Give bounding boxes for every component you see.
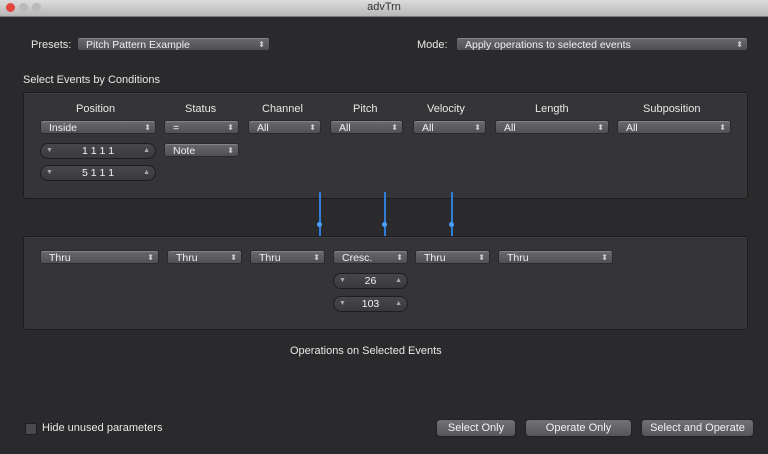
channel-condition-select[interactable]: All ⬍ [248,120,321,134]
mode-value: Apply operations to selected events [465,39,631,51]
pitch-value2-stepper[interactable]: ▼ 103 ▲ [333,296,408,312]
pitch-link-dot [382,222,387,227]
increment-icon[interactable]: ▲ [395,297,402,311]
chevron-updown-icon: ⬍ [391,123,398,132]
channel-link-dot [317,222,322,227]
mode-label: Mode: [417,39,448,51]
chevron-updown-icon: ⬍ [309,123,316,132]
velocity-operation-select[interactable]: Thru ⬍ [415,250,490,264]
pitch-condition-select[interactable]: All ⬍ [330,120,403,134]
channel-operation-select[interactable]: Thru ⬍ [250,250,325,264]
chevron-updown-icon: ⬍ [227,123,234,132]
chevron-updown-icon: ⬍ [597,123,604,132]
chevron-updown-icon: ⬍ [313,253,320,262]
status-condition-select[interactable]: = ⬍ [164,120,239,134]
status-condition-value: = [173,122,180,134]
column-status: Status [185,103,217,115]
chevron-updown-icon: ⬍ [147,253,154,262]
conditions-heading: Select Events by Conditions [23,74,160,86]
chevron-updown-icon: ⬍ [736,40,743,49]
transform-window: Presets: Pitch Pattern Example ⬍ Mode: A… [0,17,768,454]
column-subposition: Subposition [643,103,701,115]
chevron-updown-icon: ⬍ [144,123,151,132]
status-operation-select[interactable]: Thru ⬍ [167,250,242,264]
column-pitch: Pitch [353,103,378,115]
presets-select[interactable]: Pitch Pattern Example ⬍ [77,37,270,51]
chevron-updown-icon: ⬍ [601,253,608,262]
position-operation-select[interactable]: Thru ⬍ [40,250,159,264]
velocity-operation-value: Thru [424,252,446,264]
length-operation-select[interactable]: Thru ⬍ [498,250,613,264]
chevron-updown-icon: ⬍ [474,123,481,132]
presets-label: Presets: [31,39,72,51]
length-condition-select[interactable]: All ⬍ [495,120,609,134]
position-end-stepper[interactable]: ▼ 5 1 1 1 ▲ [40,165,156,181]
pitch-operation-select[interactable]: Cresc. ⬍ [333,250,408,264]
pitch-condition-value: All [339,122,351,134]
chevron-updown-icon: ⬍ [478,253,485,262]
length-condition-value: All [504,122,516,134]
position-condition-value: Inside [49,122,78,134]
chevron-updown-icon: ⬍ [396,253,403,262]
status-value: Note [173,145,196,157]
status-value-select[interactable]: Note ⬍ [164,143,239,157]
position-end-value: 5 1 1 1 [81,167,115,179]
pitch-value1-stepper[interactable]: ▼ 26 ▲ [333,273,408,289]
operations-caption: Operations on Selected Events [290,345,442,357]
length-operation-value: Thru [507,252,529,264]
velocity-condition-value: All [422,122,434,134]
position-condition-select[interactable]: Inside ⬍ [40,120,156,134]
channel-condition-value: All [257,122,269,134]
velocity-link-dot [449,222,454,227]
status-operation-value: Thru [176,252,198,264]
presets-value: Pitch Pattern Example [86,39,190,51]
position-operation-value: Thru [49,252,71,264]
column-channel: Channel [262,103,303,115]
pitch-operation-value: Cresc. [342,252,373,264]
window-title: advTrn [367,1,401,13]
increment-icon[interactable]: ▲ [143,166,150,180]
column-velocity: Velocity [427,103,465,115]
increment-icon[interactable]: ▲ [395,274,402,288]
mode-select[interactable]: Apply operations to selected events ⬍ [456,37,748,51]
select-only-button[interactable]: Select Only [436,419,516,437]
velocity-condition-select[interactable]: All ⬍ [413,120,486,134]
select-and-operate-button[interactable]: Select and Operate [641,419,754,437]
increment-icon[interactable]: ▲ [143,144,150,158]
operate-only-button[interactable]: Operate Only [525,419,632,437]
title-bar: advTrn [0,0,768,17]
subposition-condition-select[interactable]: All ⬍ [617,120,731,134]
channel-operation-value: Thru [259,252,281,264]
chevron-updown-icon: ⬍ [230,253,237,262]
position-start-value: 1 1 1 1 [81,145,115,157]
subposition-condition-value: All [626,122,638,134]
chevron-updown-icon: ⬍ [719,123,726,132]
column-position: Position [76,103,116,115]
chevron-updown-icon: ⬍ [227,146,234,155]
hide-unused-label: Hide unused parameters [42,422,163,434]
column-length: Length [535,103,569,115]
position-start-stepper[interactable]: ▼ 1 1 1 1 ▲ [40,143,156,159]
chevron-updown-icon: ⬍ [258,40,265,49]
hide-unused-checkbox[interactable] [25,423,37,435]
